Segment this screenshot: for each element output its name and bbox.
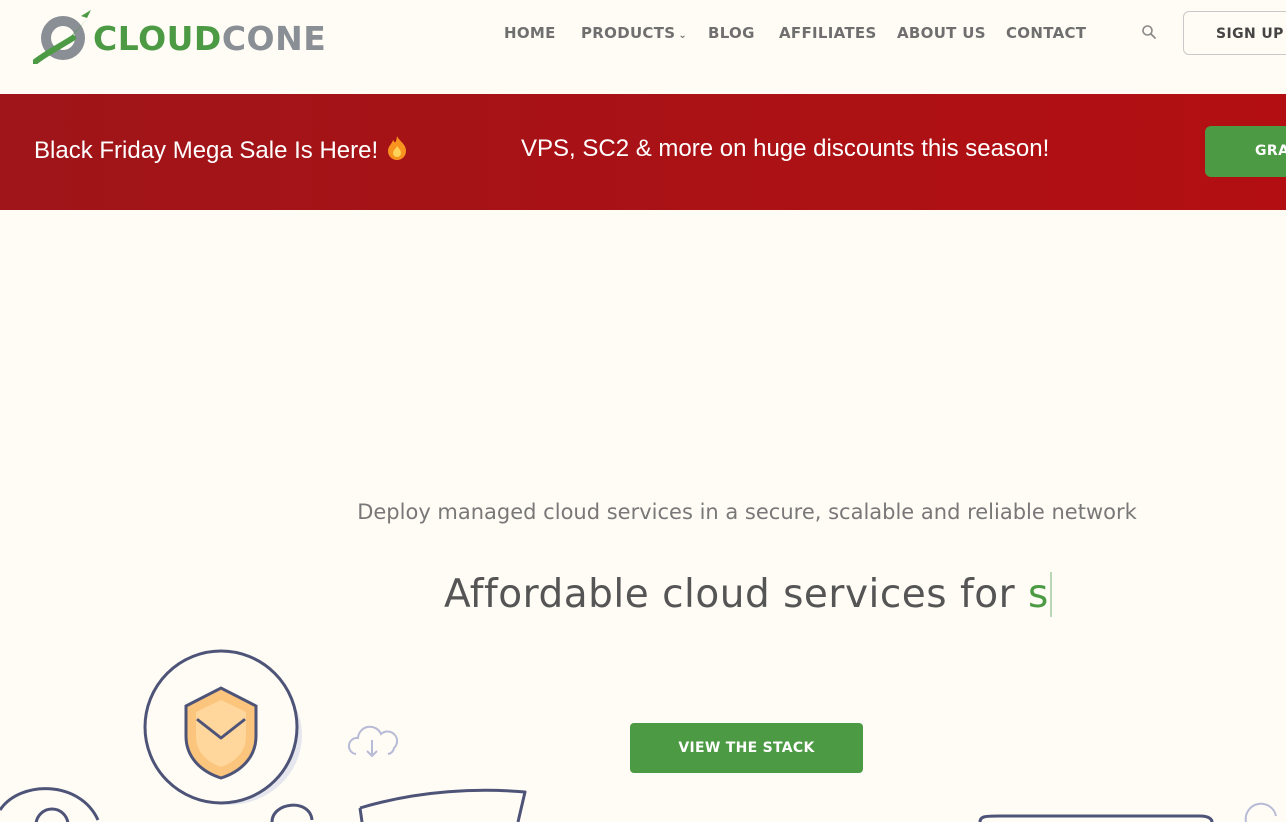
shield-icon (184, 686, 258, 780)
nav-contact[interactable]: CONTACT (1006, 24, 1086, 42)
nav-about-us[interactable]: ABOUT US (897, 24, 986, 42)
banner-title: Black Friday Mega Sale Is Here! (34, 135, 410, 165)
nav-home[interactable]: HOME (504, 24, 556, 42)
nav-blog[interactable]: BLOG (708, 24, 755, 42)
hero-headline-static: Affordable cloud services for (444, 572, 1029, 617)
promo-banner: Black Friday Mega Sale Is Here! VPS, SC2… (0, 94, 1286, 210)
hero-headline: Affordable cloud services for s (444, 572, 1052, 617)
hero-illustration (0, 649, 1277, 822)
site-header: CLOUDCONE HOME PRODUCTS ⌄ BLOG AFFILIATES… (0, 0, 1286, 94)
search-icon[interactable] (1141, 24, 1157, 40)
nav-products[interactable]: PRODUCTS ⌄ (581, 24, 687, 42)
nav-affiliates[interactable]: AFFILIATES (779, 24, 877, 42)
banner-subtitle: VPS, SC2 & more on huge discounts this s… (521, 135, 1050, 162)
hero-tagline: Deploy managed cloud services in a secur… (357, 500, 1137, 524)
nav-products-label: PRODUCTS (581, 24, 676, 42)
logo-text: CLOUDCONE (93, 19, 327, 58)
sign-up-button[interactable]: SIGN UP (1183, 11, 1286, 55)
logo-mark-icon (33, 10, 91, 64)
cloud-download-icon (347, 725, 399, 758)
fire-icon (388, 136, 407, 160)
hero-headline-typed: s (1028, 572, 1052, 617)
logo[interactable]: CLOUDCONE (33, 8, 333, 64)
banner-cta-button[interactable]: GRA (1205, 126, 1286, 177)
banner-title-text: Black Friday Mega Sale Is Here! (34, 137, 379, 164)
chevron-down-icon: ⌄ (678, 30, 688, 41)
